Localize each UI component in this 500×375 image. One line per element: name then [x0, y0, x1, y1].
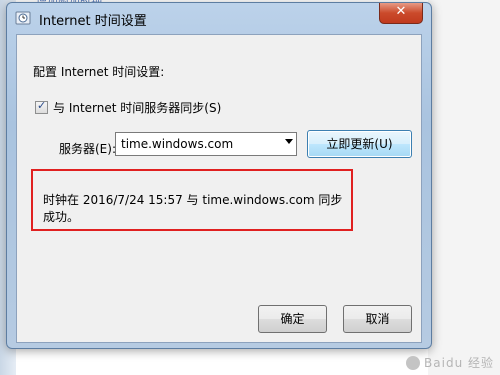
server-value[interactable]: time.windows.com: [121, 137, 233, 151]
baidu-paw-icon: [406, 355, 421, 370]
ok-button[interactable]: 确定: [258, 305, 327, 333]
sync-checkbox[interactable]: [35, 99, 48, 114]
config-heading: 配置 Internet 时间设置:: [33, 65, 165, 79]
dialog-title: Internet 时间设置: [39, 14, 147, 29]
watermark: Baidu 经验: [406, 354, 494, 371]
sync-option[interactable]: 与 Internet 时间服务器同步(S): [35, 99, 221, 116]
close-icon: ✕: [395, 4, 407, 19]
clock-window-icon: [15, 11, 31, 25]
close-button[interactable]: ✕: [379, 3, 423, 24]
background-area: [428, 0, 500, 375]
cancel-button[interactable]: 取消: [343, 305, 412, 333]
server-select[interactable]: time.windows.com: [115, 132, 297, 156]
internet-time-settings-dialog: Internet 时间设置 ✕ 配置 Internet 时间设置: 与 Inte…: [6, 2, 432, 349]
dialog-client-area: 配置 Internet 时间设置: 与 Internet 时间服务器同步(S) …: [16, 34, 422, 343]
status-highlight-box: 时钟在 2016/7/24 15:57 与 time.windows.com 同…: [31, 169, 353, 231]
sync-checkbox-label[interactable]: 与 Internet 时间服务器同步(S): [53, 99, 221, 116]
chevron-down-icon[interactable]: [285, 139, 293, 144]
server-label: 服务器(E):: [59, 142, 116, 156]
sync-status-message: 时钟在 2016/7/24 15:57 与 time.windows.com 同…: [43, 193, 343, 224]
watermark-text: Baidu 经验: [424, 356, 494, 370]
title-bar[interactable]: Internet 时间设置 ✕: [7, 3, 431, 33]
update-now-button[interactable]: 立即更新(U): [307, 130, 412, 158]
